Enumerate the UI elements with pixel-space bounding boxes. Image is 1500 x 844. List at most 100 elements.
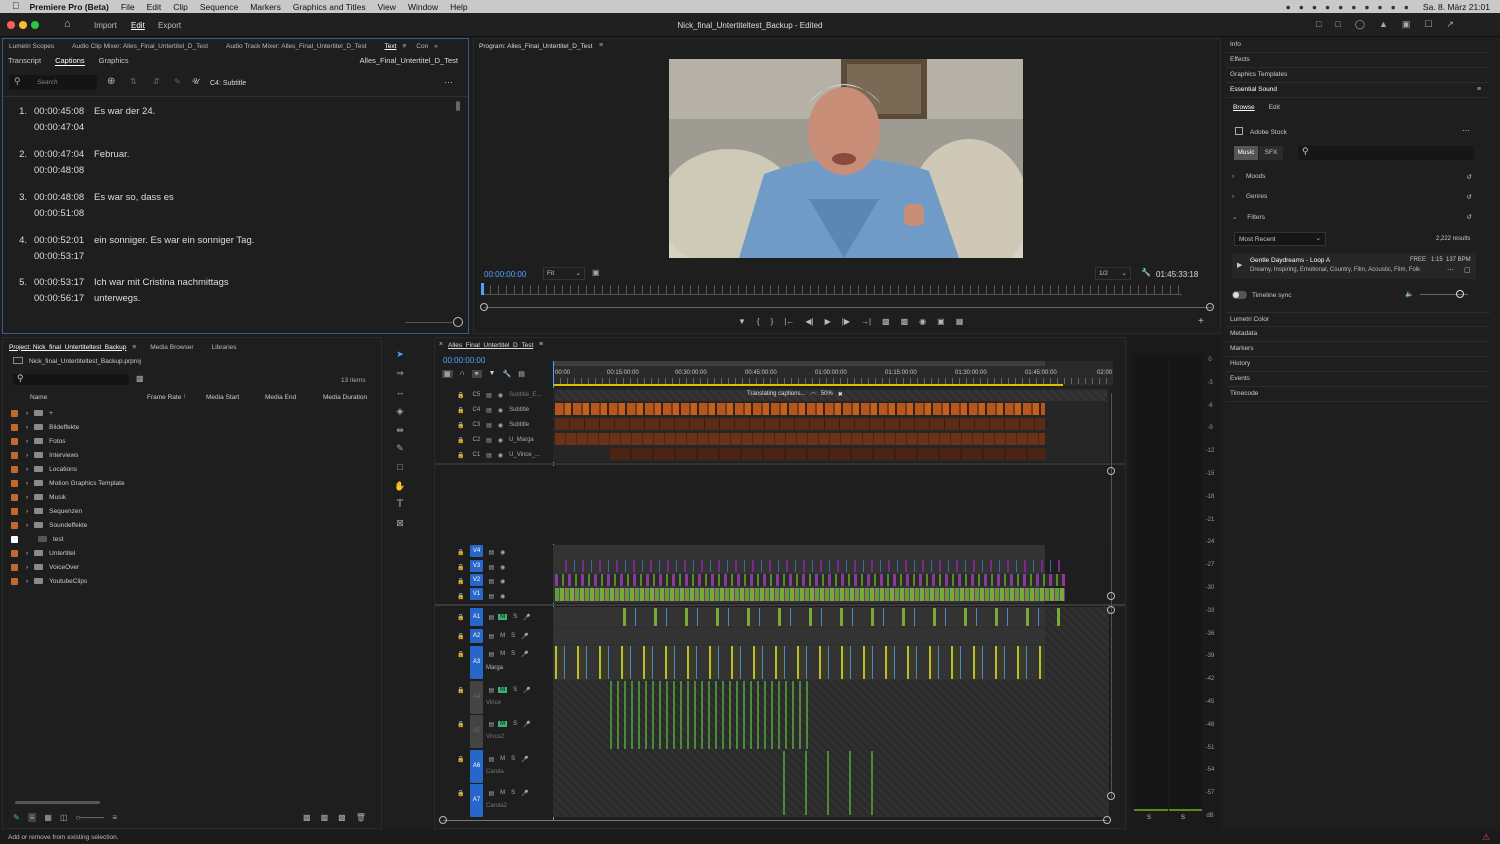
- label-swatch[interactable]: [11, 423, 18, 431]
- reset-icon[interactable]: ↺: [1467, 213, 1472, 221]
- toggle-output-icon[interactable]: ▤: [486, 392, 492, 399]
- project-search[interactable]: ⚲: [13, 373, 129, 385]
- tab-menu-icon[interactable]: ≡: [402, 43, 406, 50]
- track-label[interactable]: C4: Subtitle: [210, 80, 246, 87]
- mic-icon[interactable]: 🎤: [521, 756, 528, 763]
- home-icon[interactable]: ⌂: [64, 18, 71, 30]
- caption-track-header[interactable]: 🔒 C5 ▤ ◉ Subtitle_E...: [457, 388, 552, 402]
- toolbar-icons[interactable]: □□◯▲▣☐↗: [1316, 19, 1468, 30]
- disclosure-icon[interactable]: ›: [26, 564, 28, 571]
- bin-name[interactable]: Musik: [49, 494, 66, 501]
- slip-tool-icon[interactable]: ⇹: [393, 423, 407, 437]
- eye-icon[interactable]: ◉: [500, 550, 505, 556]
- cancel-translate-icon[interactable]: ✖: [838, 391, 843, 398]
- captions-scrollbar[interactable]: [456, 101, 460, 111]
- video-frame[interactable]: [669, 59, 1023, 258]
- solo-button[interactable]: S: [513, 687, 517, 693]
- track-name-a3[interactable]: Marga: [486, 665, 503, 671]
- music-track-item[interactable]: ▶ Gentle Daydreams - Loop A Dreamy, Insp…: [1232, 253, 1476, 279]
- add-marker-icon[interactable]: ▼: [738, 317, 746, 326]
- mark-out-icon[interactable]: }: [771, 317, 774, 326]
- search-field[interactable]: ⚲ Search: [9, 75, 97, 90]
- caption-clips-c2[interactable]: [555, 433, 1045, 445]
- disclosure-icon[interactable]: ›: [26, 438, 28, 445]
- eye-icon[interactable]: ◉: [498, 422, 503, 429]
- button-editor-icon[interactable]: +: [1198, 316, 1204, 327]
- track-name[interactable]: U_Marga: [509, 437, 534, 443]
- caption-end[interactable]: 00:00:51:08: [34, 208, 84, 219]
- write-on-icon[interactable]: ✎: [13, 813, 20, 822]
- scroll-handle[interactable]: [1107, 467, 1115, 475]
- solo-button[interactable]: S: [511, 651, 515, 657]
- toggle-output-icon[interactable]: ▤: [488, 565, 494, 571]
- audio-track-header-a2[interactable]: 🔒 ▤ M S 🎤: [457, 629, 552, 643]
- eye-icon[interactable]: ◉: [500, 594, 505, 600]
- type-tool-icon[interactable]: T: [393, 497, 407, 511]
- bin-name[interactable]: Motion Graphics Template: [49, 480, 124, 487]
- bin-row[interactable]: › Musik: [11, 490, 371, 504]
- section-genres[interactable]: › Genres ↺: [1232, 193, 1472, 201]
- bin-row[interactable]: › Bildeffekte: [11, 420, 371, 434]
- caption-text[interactable]: Es war so, dass es: [94, 192, 174, 203]
- tab-browse[interactable]: Browse: [1233, 104, 1255, 111]
- mic-icon[interactable]: 🎤: [521, 633, 528, 640]
- lock-icon[interactable]: 🔒: [457, 721, 464, 728]
- freeform-view-icon[interactable]: ◫: [60, 813, 68, 822]
- section-filters[interactable]: ⌄ Filters ↺: [1232, 213, 1472, 221]
- caption-track-header[interactable]: 🔒 C1 ▤ ◉ U_Vince_...: [457, 448, 552, 462]
- comparison-view-icon[interactable]: ▣: [937, 317, 945, 326]
- icon-view-icon[interactable]: ▦: [44, 813, 52, 822]
- proxy-toggle-icon[interactable]: ▦: [956, 317, 964, 326]
- mute-button[interactable]: M: [500, 633, 505, 639]
- audio-track-header-a7[interactable]: 🔒 ▤ M S 🎤: [457, 786, 552, 800]
- toggle-sync-icon[interactable]: ▤: [488, 721, 494, 728]
- selection-tool-icon[interactable]: ➤: [393, 347, 407, 361]
- play-icon[interactable]: ▶: [825, 317, 831, 326]
- zoom-slider[interactable]: [405, 322, 453, 323]
- label-swatch[interactable]: [11, 577, 18, 585]
- bin-row[interactable]: › YoutubeClips: [11, 574, 371, 588]
- col-media-start[interactable]: Media Start: [206, 394, 239, 401]
- list-view-icon[interactable]: ≡: [27, 813, 37, 822]
- caption-clips-c1[interactable]: [610, 448, 1045, 460]
- toggle-output-icon[interactable]: ▤: [488, 579, 494, 585]
- lock-icon[interactable]: 🔒: [457, 790, 464, 797]
- mic-icon[interactable]: 🎤: [523, 721, 530, 728]
- panel-menu-icon[interactable]: ≡: [1477, 86, 1481, 93]
- track-name-a6[interactable]: Carola: [486, 769, 504, 775]
- toggle-output-icon[interactable]: ▤: [486, 452, 492, 459]
- label-swatch[interactable]: [11, 563, 18, 571]
- caption-text-line2[interactable]: unterwegs.: [94, 293, 140, 304]
- new-bin-icon[interactable]: ▩: [321, 813, 329, 822]
- bin-row[interactable]: › Untertitel: [11, 546, 371, 560]
- bin-name[interactable]: Interviews: [49, 452, 78, 459]
- label-swatch[interactable]: [11, 493, 18, 501]
- close-window-button[interactable]: [7, 21, 15, 29]
- subtab-transcript[interactable]: Transcript: [8, 56, 41, 66]
- h-scroll-handle-right[interactable]: [1103, 816, 1111, 824]
- bin-name[interactable]: Bildeffekte: [49, 424, 79, 431]
- col-media-duration[interactable]: Media Duration: [323, 394, 367, 401]
- section-moods[interactable]: › Moods ↺: [1232, 173, 1472, 181]
- more-options-icon[interactable]: ⋯: [1462, 126, 1470, 135]
- col-name[interactable]: Name: [30, 394, 47, 401]
- lock-icon[interactable]: 🔒: [457, 614, 464, 621]
- zoom-bar-handle-left[interactable]: [480, 303, 488, 311]
- fit-dropdown[interactable]: Fit ⌄: [543, 267, 585, 280]
- video-clips-v3[interactable]: [565, 560, 1065, 572]
- lock-icon[interactable]: 🔒: [457, 407, 464, 414]
- tab-audio-clip-mixer[interactable]: Audio Clip Mixer: Alles_Final_Untertitel…: [72, 43, 208, 50]
- app-menu[interactable]: Premiere Pro (Beta): [30, 2, 109, 12]
- label-swatch[interactable]: [11, 479, 18, 487]
- solo-button[interactable]: S: [511, 790, 515, 796]
- toggle-sync-icon[interactable]: ▤: [488, 633, 494, 640]
- eye-icon[interactable]: ◉: [498, 392, 503, 399]
- bin-name[interactable]: Untertitel: [49, 550, 75, 557]
- menu-graphics[interactable]: Graphics and Titles: [293, 2, 366, 12]
- mute-button[interactable]: M: [500, 790, 505, 796]
- tab-project[interactable]: Project: Nick_final_Untertiteltest_Backu…: [9, 344, 126, 351]
- step-forward-icon[interactable]: |▶: [842, 317, 850, 326]
- bin-row[interactable]: › VoiceOver: [11, 560, 371, 574]
- panel-essential-sound[interactable]: Essential Sound: [1226, 83, 1490, 98]
- ripple-edit-icon[interactable]: ↔: [393, 385, 407, 399]
